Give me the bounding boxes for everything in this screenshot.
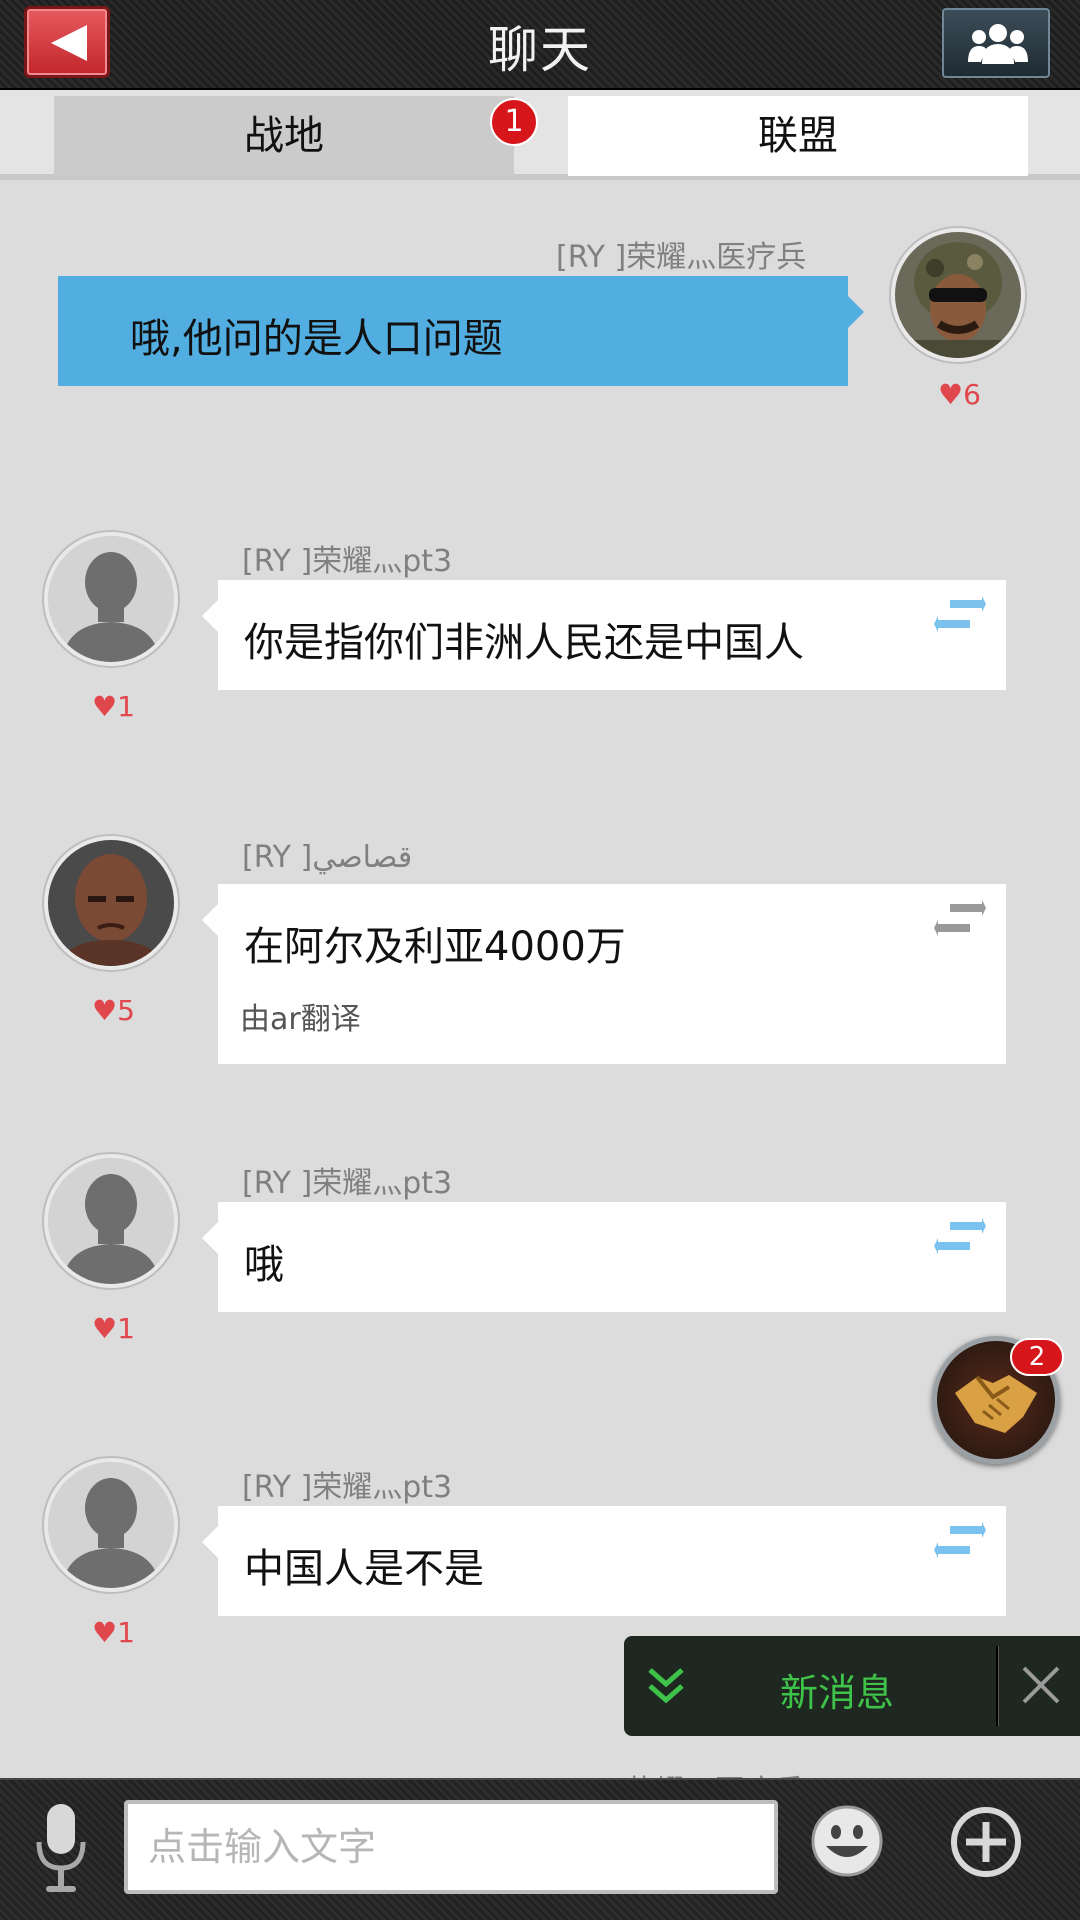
heart-icon: ♥	[92, 1312, 118, 1345]
translate-icon[interactable]	[934, 1522, 986, 1562]
message-sender: [RY ]荣耀灬医疗兵	[556, 240, 807, 275]
chat-bubble[interactable]: 中国人是不是	[202, 1506, 1006, 1616]
bald-man-avatar[interactable]	[44, 836, 178, 970]
chat-bubble[interactable]: 哦,他问的是人口问题	[58, 276, 864, 386]
emoji-icon[interactable]	[810, 1804, 884, 1878]
like-count[interactable]: ♥1	[92, 690, 135, 723]
heart-icon: ♥	[92, 1616, 118, 1649]
translate-icon[interactable]	[934, 900, 986, 940]
chat-bubble[interactable]: 在阿尔及利亚4000万 由ar翻译	[202, 884, 1006, 1064]
message-sender: [RY ]荣耀灬医疗兵	[554, 1766, 804, 1778]
message-sender: [RY ]荣耀灬pt3	[242, 1166, 453, 1201]
heart-icon: ♥	[938, 378, 964, 411]
message-sender: [RY ]荣耀灬pt3	[242, 544, 453, 579]
close-icon[interactable]	[1020, 1664, 1062, 1706]
double-chevron-down-icon	[648, 1668, 684, 1704]
translate-icon[interactable]	[934, 1218, 986, 1258]
chat-tabs: 战地 1 联盟	[0, 90, 1080, 180]
tab-label: 联盟	[758, 113, 838, 159]
message-text: 中国人是不是	[244, 1546, 484, 1592]
alliance-badge: 2	[1010, 1338, 1064, 1376]
tab-label: 战地	[244, 113, 324, 159]
message-input[interactable]	[124, 1800, 778, 1894]
new-message-label: 新消息	[780, 1671, 895, 1715]
like-count[interactable]: ♥1	[92, 1616, 135, 1649]
message-text: 你是指你们非洲人民还是中国人	[244, 620, 804, 666]
tab-badge: 1	[490, 98, 538, 146]
plus-circle-icon[interactable]	[950, 1806, 1022, 1878]
message-sender: [RY ]قصاصي	[242, 840, 413, 875]
top-bar: 聊天	[0, 0, 1080, 90]
message-text: 哦	[244, 1242, 284, 1288]
chat-bubble[interactable]: 哦	[202, 1202, 1006, 1312]
like-count[interactable]: ♥1	[92, 1312, 135, 1345]
message-sender: [RY ]荣耀灬pt3	[242, 1470, 453, 1505]
default-silhouette-avatar[interactable]	[44, 1154, 178, 1288]
default-silhouette-avatar[interactable]	[44, 532, 178, 666]
message-text: 哦,他问的是人口问题	[130, 316, 503, 362]
input-bar	[0, 1778, 1080, 1920]
chat-bubble[interactable]: 你是指你们非洲人民还是中国人	[202, 580, 1006, 690]
microphone-icon[interactable]	[34, 1802, 88, 1898]
translation-note: 由ar翻译	[240, 1002, 361, 1037]
message-text: 在阿尔及利亚4000万	[244, 924, 626, 970]
soldier-avatar[interactable]	[891, 228, 1025, 362]
toast-divider	[996, 1646, 999, 1726]
heart-icon: ♥	[92, 690, 118, 723]
new-message-toast[interactable]: 新消息	[624, 1636, 1080, 1736]
group-people-icon	[968, 24, 1028, 64]
group-members-button[interactable]	[942, 8, 1050, 78]
page-title: 聊天	[488, 21, 592, 79]
like-count[interactable]: ♥5	[92, 994, 135, 1027]
tab-alliance[interactable]: 联盟	[568, 96, 1028, 176]
translate-icon[interactable]	[934, 596, 986, 636]
tab-battlefield[interactable]: 战地	[54, 96, 514, 176]
like-count[interactable]: ♥6	[938, 378, 981, 411]
default-silhouette-avatar[interactable]	[44, 1458, 178, 1592]
heart-icon: ♥	[92, 994, 118, 1027]
